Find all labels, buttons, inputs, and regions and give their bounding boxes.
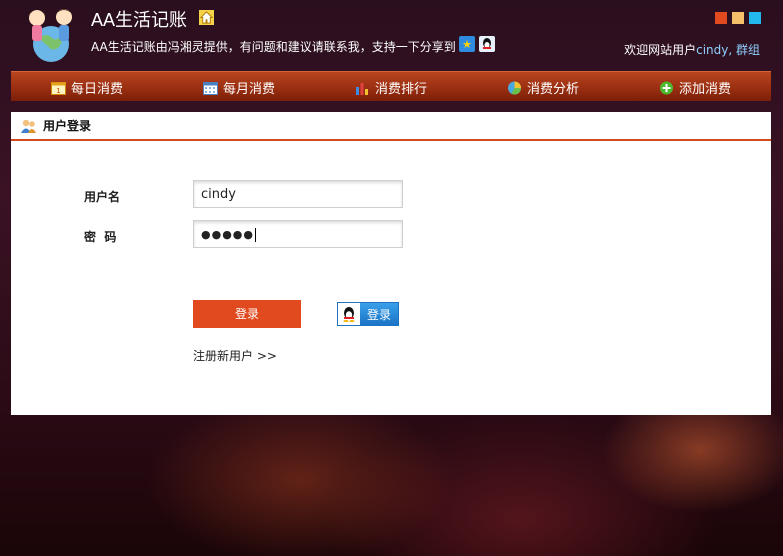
- site-subtitle: AA生活记账由冯湘灵提供，有问题和建议请联系我，支持一下分享到: [91, 40, 456, 54]
- nav-item-ranking[interactable]: 消费排行: [355, 78, 427, 97]
- qq-share-icon[interactable]: [479, 36, 495, 52]
- password-label: 密 码: [84, 230, 117, 244]
- nav-item-label: 消费分析: [527, 82, 580, 97]
- add-icon: [660, 81, 673, 94]
- qq-icon: [338, 303, 360, 325]
- share-icons: ★: [459, 36, 495, 52]
- theme-swatches: [715, 12, 761, 24]
- nav-item-label: 消费排行: [375, 82, 428, 97]
- nav-item-analysis[interactable]: 消费分析: [507, 78, 579, 97]
- main-nav: 1 每日消费 每月消费 消费排行 消费分析 添加消费: [11, 71, 771, 101]
- users-icon: [21, 119, 36, 133]
- nav-item-label: 每日消费: [71, 82, 124, 97]
- register-link[interactable]: 注册新用户 >>: [193, 347, 277, 364]
- nav-item-label: 添加消费: [679, 82, 732, 97]
- welcome-user[interactable]: cindy: [696, 43, 728, 57]
- app-title: AA生活记账: [91, 10, 188, 30]
- qq-login-button[interactable]: 登录: [337, 302, 399, 326]
- welcome-group[interactable]: , 群组: [728, 43, 760, 57]
- qq-login-label: 登录: [360, 303, 398, 325]
- nav-item-monthly[interactable]: 每月消费: [203, 78, 275, 97]
- text-cursor: [255, 228, 256, 242]
- login-panel: 用户登录 用户名 cindy 密 码 ●●●●● 登录 登录 注册新用户 >>: [11, 112, 771, 415]
- password-mask: ●●●●●: [201, 228, 254, 241]
- welcome-text: 欢迎网站用户cindy, 群组: [624, 41, 760, 58]
- calendar-month-icon: [203, 81, 218, 95]
- panel-title: 用户登录: [43, 119, 92, 133]
- username-label: 用户名: [84, 190, 121, 204]
- username-input[interactable]: cindy: [193, 180, 403, 208]
- svg-text:1: 1: [56, 87, 60, 95]
- theme-swatch-yellow[interactable]: [732, 12, 744, 24]
- kids-globe-logo: [28, 9, 72, 62]
- login-button[interactable]: 登录: [193, 300, 301, 328]
- password-input[interactable]: ●●●●●: [193, 220, 403, 248]
- panel-header: 用户登录: [11, 112, 771, 141]
- home-icon[interactable]: [199, 10, 214, 25]
- nav-item-label: 每月消费: [223, 82, 276, 97]
- theme-swatch-red[interactable]: [715, 12, 727, 24]
- theme-swatch-blue[interactable]: [749, 12, 761, 24]
- nav-item-daily[interactable]: 1 每日消费: [51, 78, 123, 97]
- nav-item-add[interactable]: 添加消费: [659, 78, 731, 97]
- calendar-day-icon: 1: [51, 81, 66, 95]
- welcome-prefix: 欢迎网站用户: [624, 43, 697, 57]
- pie-chart-icon: [508, 81, 522, 95]
- qzone-share-icon[interactable]: ★: [459, 36, 475, 52]
- bar-chart-icon: [356, 82, 368, 95]
